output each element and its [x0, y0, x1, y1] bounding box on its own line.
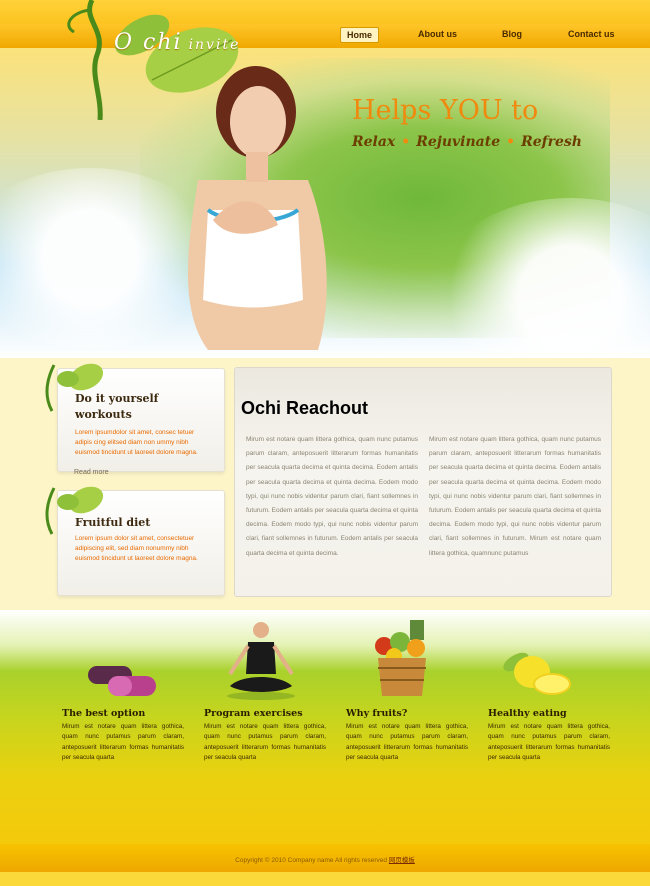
reachout-title: Ochi Reachout: [241, 398, 369, 418]
logo[interactable]: O chi invite: [114, 30, 240, 55]
feature-text: Mirum est notare quam littera gothica, q…: [204, 723, 326, 761]
logo-text: O chi: [114, 30, 183, 55]
pills-image: [88, 666, 156, 696]
copyright-text: Copyright © 2010 Company name All rights…: [235, 857, 388, 864]
feature-title: Program exercises: [204, 708, 303, 719]
bullet-icon: •: [506, 134, 516, 150]
hero-subtitle: Relax • Rejuvinate • Refresh: [352, 134, 582, 150]
footer-bottom: [0, 872, 650, 886]
nav-contact[interactable]: Contact us: [568, 29, 615, 39]
hero-subtitle-item: Refresh: [521, 134, 582, 150]
footer-link[interactable]: 网页模板: [389, 857, 415, 864]
hero-title: Helps YOU to: [352, 95, 539, 126]
footer: Copyright © 2010 Company name All rights…: [0, 844, 650, 872]
nav-home[interactable]: Home: [340, 27, 380, 43]
nav-about[interactable]: About us: [418, 29, 457, 39]
feature-title: Healthy eating: [488, 708, 567, 719]
yoga-woman-image: [227, 622, 295, 700]
card-text: Lorem ipsum dolor sit amet, consectetuer…: [75, 535, 198, 562]
feature-text: Mirum est notare quam littera gothica, q…: [62, 723, 184, 761]
copyright: Copyright © 2010 Company name All rights…: [0, 854, 650, 864]
hero-subtitle-item: Relax: [352, 134, 396, 150]
nav-blog[interactable]: Blog: [502, 29, 522, 39]
feature-title: Why fruits?: [346, 708, 408, 719]
feature-text: Mirum est notare quam littera gothica, q…: [488, 723, 610, 761]
main-nav: Home About us Blog Contact us: [340, 27, 640, 45]
feature-title: The best option: [62, 708, 146, 719]
feature-why-fruits: Why fruits? Mirum est notare quam litter…: [346, 708, 468, 763]
fruit-basket-image: [375, 620, 426, 696]
woman-image: [188, 66, 327, 350]
leaf-icon: [45, 363, 104, 412]
reachout-col-2: Mirum est notare quam littera gothica, q…: [429, 436, 601, 557]
feature-healthy-eating: Healthy eating Mirum est notare quam lit…: [488, 708, 610, 763]
reachout-col-1: Mirum est notare quam littera gothica, q…: [246, 436, 418, 557]
leaf-icon: [45, 486, 104, 535]
reachout-panel: Ochi Reachout Mirum est notare quam litt…: [234, 367, 612, 597]
feature-best-option: The best option Mirum est notare quam li…: [62, 708, 184, 763]
feature-program-exercises: Program exercises Mirum est notare quam …: [204, 708, 326, 763]
logo-subtext: invite: [188, 37, 241, 53]
lemons-image: [503, 652, 571, 695]
hero-subtitle-item: Rejuvinate: [416, 134, 501, 150]
read-more-link[interactable]: Read more: [74, 469, 109, 476]
card-text: Lorem ipsumdolor sit amet, consec tetuer…: [75, 429, 198, 456]
feature-text: Mirum est notare quam littera gothica, q…: [346, 723, 468, 761]
bullet-icon: •: [401, 134, 411, 150]
